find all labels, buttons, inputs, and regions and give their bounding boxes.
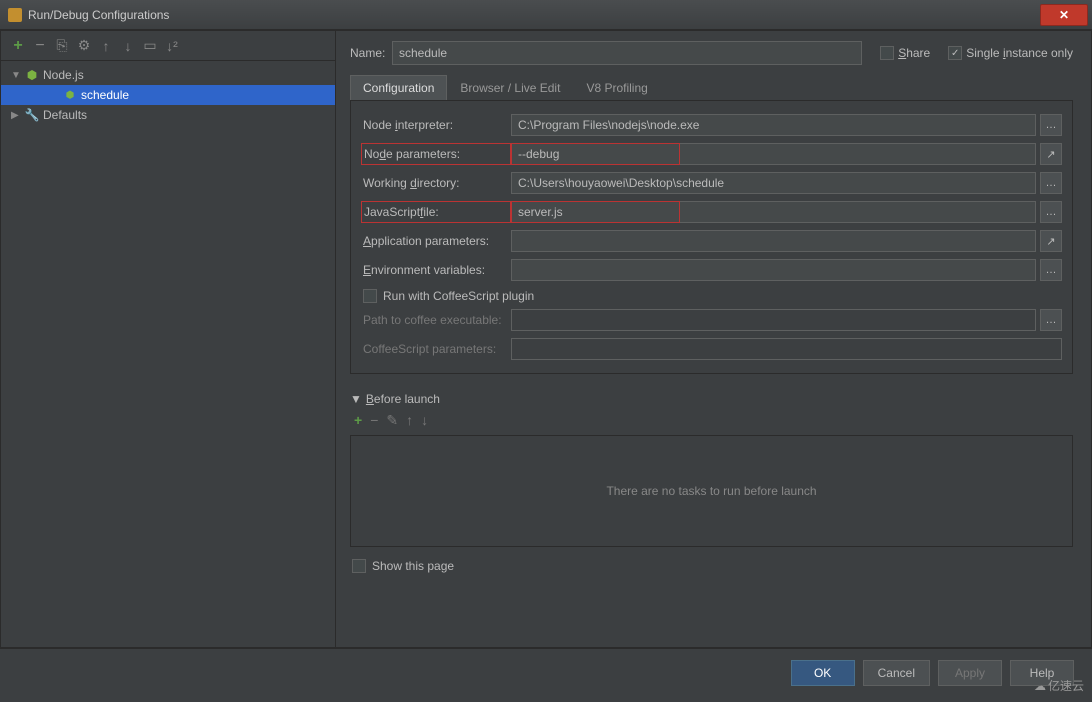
share-checkbox[interactable]: Share xyxy=(880,46,930,60)
share-label: Share xyxy=(898,46,930,60)
node-interpreter-label: Node interpreter: xyxy=(361,118,511,132)
tab-browser[interactable]: Browser / Live Edit xyxy=(447,75,573,100)
tree-label: schedule xyxy=(81,88,129,102)
app-icon xyxy=(8,8,22,22)
name-label: Name: xyxy=(350,46,392,60)
single-instance-checkbox[interactable]: Single instance only xyxy=(948,46,1073,60)
before-launch-empty: There are no tasks to run before launch xyxy=(350,435,1073,547)
app-params-label: Application parameters: xyxy=(361,234,511,248)
config-panel: Node interpreter: … Node parameters: ↗ W… xyxy=(350,101,1073,374)
before-launch-section: ▼ Before launch + − ✎ ↑ ↓ There are no t… xyxy=(350,392,1073,547)
env-vars-input[interactable] xyxy=(511,259,1036,281)
browse-button[interactable]: … xyxy=(1040,172,1062,194)
left-panel: + − ⎘ ⚙ ↑ ↓ ▭ ↓² ▼ ⬢ Node.js ⬢ schedule … xyxy=(1,31,336,647)
node-parameters-label: Node parameters: xyxy=(361,143,511,165)
remove-config-icon[interactable]: − xyxy=(33,39,47,53)
title-bar: Run/Debug Configurations ✕ xyxy=(0,0,1092,30)
config-tree: ▼ ⬢ Node.js ⬢ schedule ▶ 🔧 Defaults xyxy=(1,61,335,647)
javascript-file-input[interactable] xyxy=(511,201,680,223)
watermark: ☁ 亿速云 xyxy=(1034,677,1084,694)
window-title: Run/Debug Configurations xyxy=(28,8,1040,22)
edit-task-icon[interactable]: ✎ xyxy=(386,412,398,429)
coffee-exec-label: Path to coffee executable: xyxy=(361,313,511,327)
tree-node-nodejs[interactable]: ▼ ⬢ Node.js xyxy=(1,65,335,85)
single-instance-label: Single instance only xyxy=(966,46,1073,60)
show-page-checkbox[interactable]: Show this page xyxy=(350,559,1073,573)
javascript-file-label: JavaScript file: xyxy=(361,201,511,223)
coffee-params-label: CoffeeScript parameters: xyxy=(361,342,511,356)
remove-task-icon[interactable]: − xyxy=(370,412,378,429)
browse-button[interactable]: … xyxy=(1040,259,1062,281)
move-down-icon[interactable]: ↓ xyxy=(121,39,135,53)
tree-label: Defaults xyxy=(43,108,87,122)
working-directory-input[interactable] xyxy=(511,172,1036,194)
before-launch-header[interactable]: ▼ Before launch xyxy=(350,392,1073,406)
tree-node-schedule[interactable]: ⬢ schedule xyxy=(1,85,335,105)
before-launch-toolbar: + − ✎ ↑ ↓ xyxy=(350,406,1073,435)
move-down-icon[interactable]: ↓ xyxy=(421,412,428,429)
node-parameters-input[interactable] xyxy=(511,143,680,165)
expand-button[interactable]: ↗ xyxy=(1040,230,1062,252)
expand-button[interactable]: ↗ xyxy=(1040,143,1062,165)
wrench-icon: 🔧 xyxy=(25,108,39,122)
expand-icon[interactable]: ▼ xyxy=(11,70,21,81)
ok-button[interactable]: OK xyxy=(791,660,855,686)
checkbox-icon xyxy=(363,289,377,303)
node-parameters-input-rest[interactable] xyxy=(680,143,1036,165)
tab-configuration[interactable]: Configuration xyxy=(350,75,447,100)
empty-text: There are no tasks to run before launch xyxy=(606,484,816,498)
coffeescript-checkbox[interactable]: Run with CoffeeScript plugin xyxy=(363,289,1062,303)
folder-icon[interactable]: ▭ xyxy=(143,39,157,53)
apply-button[interactable]: Apply xyxy=(938,660,1002,686)
copy-config-icon[interactable]: ⎘ xyxy=(55,39,69,53)
show-page-label: Show this page xyxy=(372,559,454,573)
collapse-icon: ▼ xyxy=(350,392,362,406)
watermark-icon: ☁ xyxy=(1034,679,1046,693)
before-launch-label: Before launch xyxy=(366,392,440,406)
move-up-icon[interactable]: ↑ xyxy=(406,412,413,429)
browse-button[interactable]: … xyxy=(1040,201,1062,223)
close-button[interactable]: ✕ xyxy=(1040,4,1088,26)
config-toolbar: + − ⎘ ⚙ ↑ ↓ ▭ ↓² xyxy=(1,31,335,61)
watermark-text: 亿速云 xyxy=(1048,677,1084,694)
browse-button[interactable]: … xyxy=(1040,114,1062,136)
right-panel: Name: Share Single instance only Configu… xyxy=(336,31,1091,647)
coffee-exec-input xyxy=(511,309,1036,331)
checkbox-icon xyxy=(880,46,894,60)
dialog-body: + − ⎘ ⚙ ↑ ↓ ▭ ↓² ▼ ⬢ Node.js ⬢ schedule … xyxy=(0,30,1092,648)
browse-button[interactable]: … xyxy=(1040,309,1062,331)
add-task-icon[interactable]: + xyxy=(354,412,362,429)
button-bar: OK Cancel Apply Help xyxy=(0,648,1092,696)
app-params-input[interactable] xyxy=(511,230,1036,252)
tree-label: Node.js xyxy=(43,68,84,82)
nodejs-icon: ⬢ xyxy=(25,68,39,82)
move-up-icon[interactable]: ↑ xyxy=(99,39,113,53)
env-vars-label: Environment variables: xyxy=(361,263,511,277)
name-input[interactable] xyxy=(392,41,862,65)
settings-icon[interactable]: ⚙ xyxy=(77,39,91,53)
javascript-file-input-rest[interactable] xyxy=(680,201,1036,223)
node-interpreter-input[interactable] xyxy=(511,114,1036,136)
cancel-button[interactable]: Cancel xyxy=(863,660,930,686)
tabs: Configuration Browser / Live Edit V8 Pro… xyxy=(350,75,1073,101)
coffeescript-label: Run with CoffeeScript plugin xyxy=(383,289,534,303)
tree-node-defaults[interactable]: ▶ 🔧 Defaults xyxy=(1,105,335,125)
name-row: Name: Share Single instance only xyxy=(350,41,1073,65)
tab-v8[interactable]: V8 Profiling xyxy=(573,75,660,100)
checkbox-icon xyxy=(948,46,962,60)
checkbox-icon xyxy=(352,559,366,573)
coffee-params-input xyxy=(511,338,1062,360)
working-directory-label: Working directory: xyxy=(361,176,511,190)
sort-icon[interactable]: ↓² xyxy=(165,39,179,53)
expand-icon[interactable]: ▶ xyxy=(11,110,21,121)
js-file-icon: ⬢ xyxy=(63,88,77,102)
add-config-icon[interactable]: + xyxy=(11,39,25,53)
